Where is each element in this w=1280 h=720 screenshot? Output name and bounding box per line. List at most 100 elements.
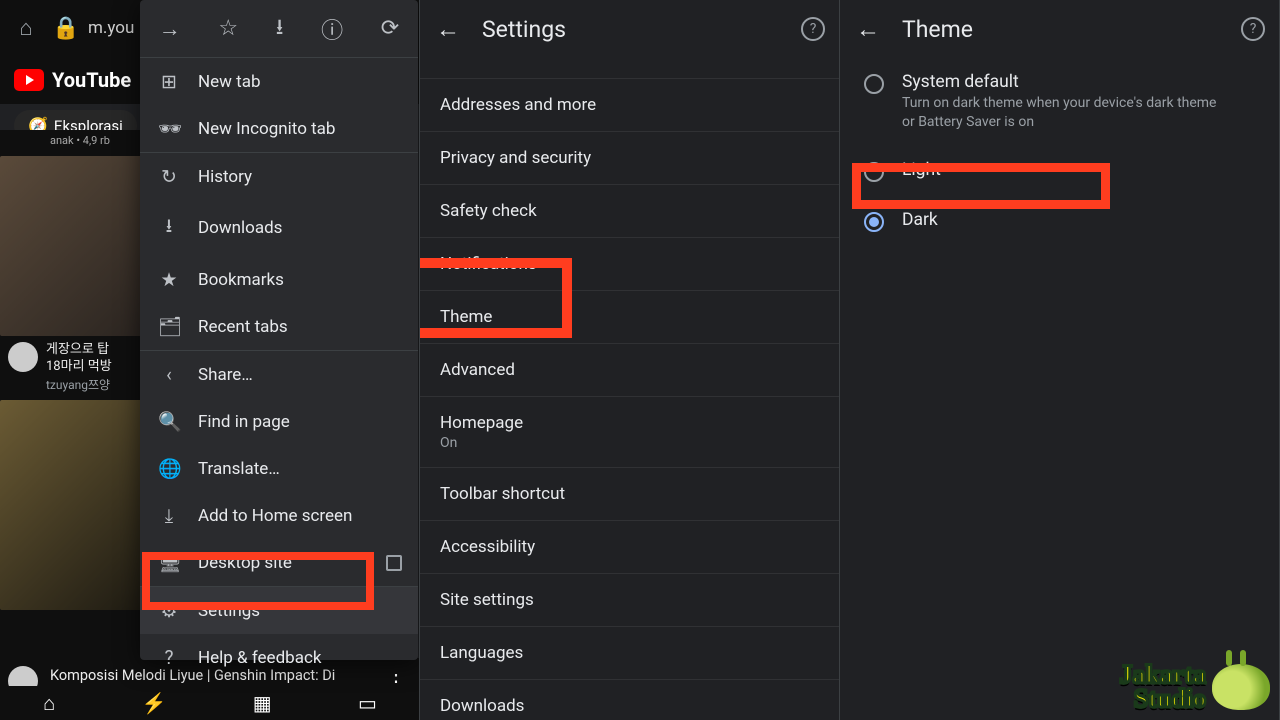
back-icon[interactable]: ← [434, 15, 462, 44]
menu-bookmarks[interactable]: ★ Bookmarks [140, 256, 418, 303]
chrome-menu: → ☆ ⭳ ⓘ ⟳ ⊞ New tab 🕶New Incognito tab ↻ H… [140, 0, 418, 660]
menu-label: Desktop site [198, 553, 292, 573]
menu-share[interactable]: ‹ Share… [140, 351, 418, 398]
row-label: Site settings [440, 590, 534, 610]
menu-label: Find in page [198, 412, 290, 432]
settings-row-theme[interactable]: Theme [420, 290, 839, 343]
menu-add-home[interactable]: ⤓Add to Home screen [140, 492, 418, 539]
menu-label: History [198, 167, 252, 187]
menu-desktop-site[interactable]: 🖥 Desktop site [140, 539, 418, 586]
youtube-feed: anak • 4,9 rb 게장으로 탑 18마리 먹방 tzuyang쯔양 [0, 130, 146, 700]
settings-row-site[interactable]: Site settings [420, 573, 839, 626]
share-icon: ‹ [158, 363, 180, 386]
menu-label: Translate… [198, 459, 280, 479]
help-icon[interactable]: ? [801, 17, 825, 41]
nav-shorts-icon[interactable]: ⚡ [142, 691, 167, 715]
nav-subs-icon[interactable]: ▦ [253, 691, 272, 715]
history-icon: ↻ [158, 165, 180, 188]
settings-title: Settings [482, 16, 566, 43]
tabs-icon: 🗂 [158, 315, 180, 338]
youtube-logo[interactable]: YouTube [14, 68, 131, 92]
radio-icon[interactable] [864, 74, 884, 94]
theme-title: Theme [902, 16, 973, 43]
menu-new-tab[interactable]: ⊞ New tab [140, 58, 418, 105]
home-icon[interactable]: ⌂ [6, 8, 46, 48]
nav-library-icon[interactable]: ▭ [358, 691, 377, 715]
desktop-checkbox[interactable] [386, 555, 402, 571]
settings-row-addresses[interactable]: Addresses and more [420, 78, 839, 131]
star-icon[interactable]: ☆ [218, 16, 238, 41]
menu-history[interactable]: ↻ History [140, 153, 418, 200]
row-label: Homepage [440, 413, 523, 433]
menu-label: Share… [198, 365, 253, 385]
theme-header: ← Theme ? [840, 0, 1279, 58]
video-meta: anak • 4,9 rb [0, 130, 146, 150]
menu-label: Recent tabs [198, 317, 288, 337]
video-title-1[interactable]: 게장으로 탑 18마리 먹방 tzuyang쯔양 [0, 336, 146, 393]
chrome-menu-toolbar: → ☆ ⭳ ⓘ ⟳ [140, 0, 418, 58]
settings-row-homepage[interactable]: Homepage On [420, 396, 839, 467]
help-icon[interactable]: ? [1241, 17, 1265, 41]
menu-recent-tabs[interactable]: 🗂 Recent tabs [140, 303, 418, 350]
radio-icon-selected[interactable] [864, 212, 884, 232]
video-thumbnail-2[interactable] [0, 400, 146, 610]
panel-theme: ← Theme ? System default Turn on dark th… [840, 0, 1280, 720]
settings-row-languages[interactable]: Languages [420, 626, 839, 679]
theme-option-dark[interactable]: Dark [840, 196, 1279, 246]
video-title-line1: 게장으로 탑 [46, 342, 109, 357]
panel-browser: ⌂ 🔒 m.you YouTube 🧭 Eksplorasi anak • 4,… [0, 0, 420, 720]
plus-box-icon: ⊞ [158, 70, 180, 93]
video-thumbnail-1[interactable] [0, 156, 146, 336]
nav-home-icon[interactable]: ⌂ [43, 691, 55, 716]
menu-incognito[interactable]: 🕶New Incognito tab [140, 105, 418, 152]
forward-icon[interactable]: → [159, 16, 181, 42]
reload-icon[interactable]: ⟳ [381, 16, 399, 41]
menu-label: Settings [198, 601, 260, 621]
download-icon: ⭳ [158, 212, 180, 244]
settings-row-toolbar[interactable]: Toolbar shortcut [420, 467, 839, 520]
star-icon: ★ [158, 268, 180, 291]
desktop-icon: 🖥 [158, 551, 180, 574]
option-desc: Turn on dark theme when your device's da… [902, 94, 1222, 132]
help-icon: ? [158, 646, 180, 669]
option-label: Dark [902, 210, 938, 230]
row-label: Toolbar shortcut [440, 484, 565, 504]
row-label: Privacy and security [440, 148, 591, 168]
menu-downloads[interactable]: ⭳ Downloads [140, 200, 418, 256]
menu-label: New tab [198, 72, 261, 92]
settings-row-accessibility[interactable]: Accessibility [420, 520, 839, 573]
menu-find[interactable]: 🔍 Find in page [140, 398, 418, 445]
gear-icon: ⚙ [158, 599, 180, 622]
theme-option-light[interactable]: Light [840, 146, 1279, 196]
video-title-line2: 18마리 먹방 [46, 359, 112, 374]
row-label: Advanced [440, 360, 515, 380]
row-sub: On [440, 435, 819, 451]
menu-settings[interactable]: ⚙ Settings [140, 587, 418, 634]
menu-translate[interactable]: 🌐Translate… [140, 445, 418, 492]
settings-row-advanced[interactable]: Advanced [420, 343, 839, 396]
radio-icon[interactable] [864, 162, 884, 182]
row-label: Accessibility [440, 537, 535, 557]
watermark: JakartaStudio [1119, 663, 1270, 712]
settings-row-privacy[interactable]: Privacy and security [420, 131, 839, 184]
youtube-play-icon [14, 69, 44, 91]
channel-avatar[interactable] [8, 342, 38, 372]
theme-option-system[interactable]: System default Turn on dark theme when y… [840, 58, 1279, 146]
search-icon: 🔍 [158, 410, 180, 433]
row-label: Theme [440, 307, 492, 327]
settings-row-notifications[interactable]: Notifications [420, 237, 839, 290]
menu-label: Help & feedback [198, 648, 321, 668]
menu-label: Downloads [198, 218, 282, 238]
menu-label: Bookmarks [198, 270, 284, 290]
youtube-brand-text: YouTube [52, 68, 131, 92]
info-icon[interactable]: ⓘ [321, 13, 343, 45]
video-channel: tzuyang쯔양 [46, 378, 140, 394]
back-icon[interactable]: ← [854, 15, 882, 44]
settings-row-safety[interactable]: Safety check [420, 184, 839, 237]
menu-help[interactable]: ? Help & feedback [140, 634, 418, 681]
watermark-text: JakartaStudio [1119, 663, 1206, 712]
settings-row-downloads[interactable]: Downloads [420, 679, 839, 720]
youtube-bottom-nav: ⌂ ⚡ ▦ ▭ [0, 686, 420, 720]
download-icon[interactable]: ⭳ [276, 10, 284, 48]
panel-settings: ← Settings ? Addresses and more Privacy … [420, 0, 840, 720]
